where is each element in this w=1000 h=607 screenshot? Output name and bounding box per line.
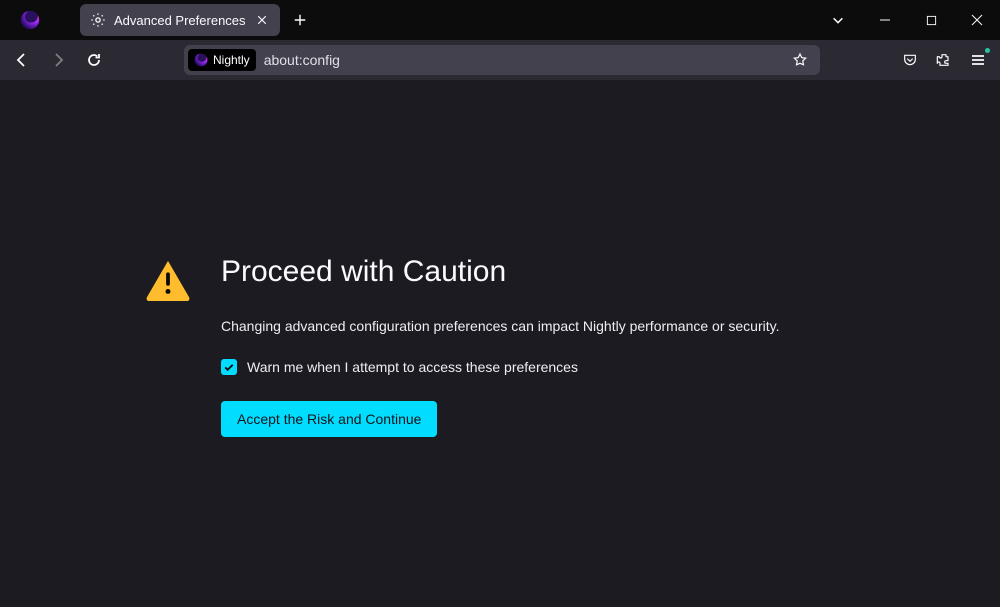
firefox-nightly-logo-icon bbox=[194, 53, 208, 67]
close-window-button[interactable] bbox=[954, 0, 1000, 40]
back-button[interactable] bbox=[6, 44, 38, 76]
window-controls bbox=[862, 0, 1000, 40]
warning-triangle-icon bbox=[145, 259, 191, 301]
all-tabs-dropdown-icon[interactable] bbox=[826, 8, 850, 32]
titlebar: Advanced Preferences bbox=[0, 0, 1000, 40]
reload-button[interactable] bbox=[78, 44, 110, 76]
identity-box[interactable]: Nightly bbox=[188, 49, 256, 71]
minimize-button[interactable] bbox=[862, 0, 908, 40]
tab-title: Advanced Preferences bbox=[114, 13, 246, 28]
maximize-button[interactable] bbox=[908, 0, 954, 40]
warning-container: Proceed with Caution Changing advanced c… bbox=[145, 255, 845, 437]
gear-icon bbox=[90, 12, 106, 28]
warning-body: Proceed with Caution Changing advanced c… bbox=[221, 255, 845, 437]
extensions-icon[interactable] bbox=[928, 44, 960, 76]
warn-checkbox[interactable] bbox=[221, 359, 237, 375]
bookmark-star-icon[interactable] bbox=[784, 44, 816, 76]
warning-title: Proceed with Caution bbox=[221, 255, 845, 289]
page-content: Proceed with Caution Changing advanced c… bbox=[0, 80, 1000, 607]
accept-risk-button[interactable]: Accept the Risk and Continue bbox=[221, 401, 437, 437]
warn-checkbox-row[interactable]: Warn me when I attempt to access these p… bbox=[221, 359, 845, 375]
firefox-nightly-app-icon[interactable] bbox=[10, 0, 50, 40]
warning-description: Changing advanced configuration preferen… bbox=[221, 317, 845, 337]
close-tab-icon[interactable] bbox=[254, 12, 270, 28]
url-bar[interactable]: Nightly about:config bbox=[184, 45, 820, 75]
navigation-toolbar: Nightly about:config bbox=[0, 40, 1000, 80]
warn-checkbox-label: Warn me when I attempt to access these p… bbox=[247, 359, 578, 375]
save-to-pocket-icon[interactable] bbox=[894, 44, 926, 76]
notification-dot-icon bbox=[985, 48, 990, 53]
app-menu-button[interactable] bbox=[962, 44, 994, 76]
identity-label: Nightly bbox=[213, 53, 250, 67]
browser-tab[interactable]: Advanced Preferences bbox=[80, 4, 280, 36]
url-text: about:config bbox=[264, 52, 784, 68]
new-tab-button[interactable] bbox=[286, 6, 314, 34]
forward-button[interactable] bbox=[42, 44, 74, 76]
